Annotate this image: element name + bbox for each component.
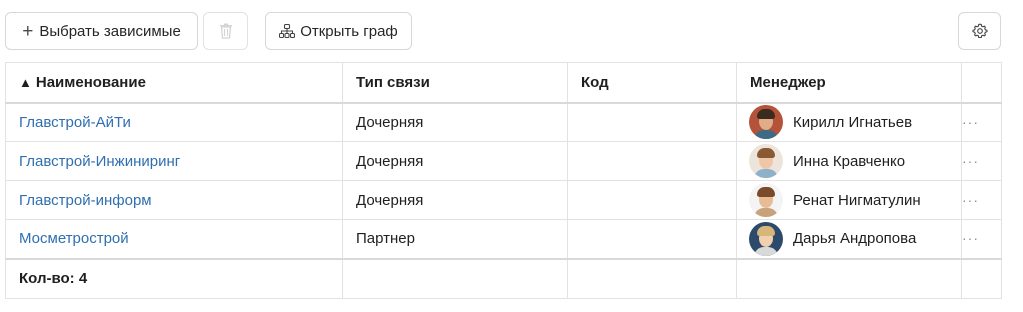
company-link[interactable]: Главстрой-информ — [19, 192, 152, 209]
cell-code — [567, 141, 737, 181]
column-header-actions — [961, 62, 1002, 104]
cell-code — [567, 219, 737, 259]
avatar — [749, 183, 783, 217]
cell-manager: Кирилл Игнатьев — [736, 102, 962, 142]
cell-name: Главстрой-АйТи — [5, 102, 343, 142]
cell-manager: Инна Кравченко — [736, 141, 962, 181]
related-companies-table: ▲ Наименование Тип связи Код Менеджер Гла… — [5, 62, 1002, 299]
company-link[interactable]: Мосметрострой — [19, 230, 129, 247]
more-icon: ··· — [962, 191, 979, 208]
row-menu-button[interactable]: ··· — [961, 141, 1002, 181]
sort-ascending-icon: ▲ — [19, 74, 32, 90]
cell-name: Главстрой-информ — [5, 180, 343, 220]
table-row[interactable]: Мосметрострой Партнер Дарья Андропова ··… — [5, 219, 1002, 259]
row-menu-button[interactable]: ··· — [961, 219, 1002, 259]
cell-relation-type: Дочерняя — [342, 102, 568, 142]
footer-cell — [342, 257, 568, 299]
manager-name: Ренат Нигматулин — [793, 191, 921, 209]
select-dependents-button[interactable]: + Выбрать зависимые — [5, 12, 198, 50]
plus-icon: + — [22, 20, 34, 42]
row-count: Кол-во: 4 — [5, 257, 343, 299]
company-link[interactable]: Главстрой-Инжиниринг — [19, 153, 180, 170]
table-row[interactable]: Главстрой-АйТи Дочерняя Кирилл Игнатьев … — [5, 102, 1002, 142]
delete-button[interactable] — [203, 12, 248, 50]
select-dependents-label: Выбрать зависимые — [39, 22, 181, 40]
open-graph-label: Открыть граф — [300, 22, 398, 40]
avatar — [749, 144, 783, 178]
avatar — [749, 221, 783, 256]
avatar — [749, 105, 783, 140]
footer-cell — [736, 257, 962, 299]
table-footer-row: Кол-во: 4 — [5, 257, 1002, 299]
manager-name: Дарья Андропова — [793, 230, 917, 248]
column-header-relation-type[interactable]: Тип связи — [342, 62, 568, 104]
cell-manager: Дарья Андропова — [736, 219, 962, 259]
manager-name: Инна Кравченко — [793, 152, 906, 170]
row-menu-button[interactable]: ··· — [961, 102, 1002, 142]
settings-button[interactable] — [958, 12, 1001, 50]
table-header-row: ▲ Наименование Тип связи Код Менеджер — [5, 62, 1002, 104]
org-chart-icon — [279, 24, 296, 38]
column-header-code[interactable]: Код — [567, 62, 737, 104]
table-row[interactable]: Главстрой-информ Дочерняя Ренат Нигматул… — [5, 180, 1002, 220]
cell-name: Мосметрострой — [5, 219, 343, 259]
footer-cell — [961, 257, 1002, 299]
trash-icon — [219, 23, 233, 39]
cell-code — [567, 102, 737, 142]
footer-cell — [567, 257, 737, 299]
cell-name: Главстрой-Инжиниринг — [5, 141, 343, 181]
open-graph-button[interactable]: Открыть граф — [265, 12, 412, 50]
company-link[interactable]: Главстрой-АйТи — [19, 114, 131, 131]
cell-relation-type: Дочерняя — [342, 180, 568, 220]
cell-relation-type: Партнер — [342, 219, 568, 259]
cell-code — [567, 180, 737, 220]
more-icon: ··· — [962, 152, 979, 169]
toolbar: + Выбрать зависимые Открыть граф — [0, 0, 1023, 62]
cell-relation-type: Дочерняя — [342, 141, 568, 181]
more-icon: ··· — [962, 230, 979, 247]
cell-manager: Ренат Нигматулин — [736, 180, 962, 220]
manager-name: Кирилл Игнатьев — [793, 113, 913, 131]
gear-icon — [971, 23, 988, 39]
row-menu-button[interactable]: ··· — [961, 180, 1002, 220]
more-icon: ··· — [962, 113, 979, 130]
column-header-manager[interactable]: Менеджер — [736, 62, 962, 104]
table-row[interactable]: Главстрой-Инжиниринг Дочерняя Инна Кравч… — [5, 141, 1002, 181]
column-header-name[interactable]: ▲ Наименование — [5, 62, 343, 104]
